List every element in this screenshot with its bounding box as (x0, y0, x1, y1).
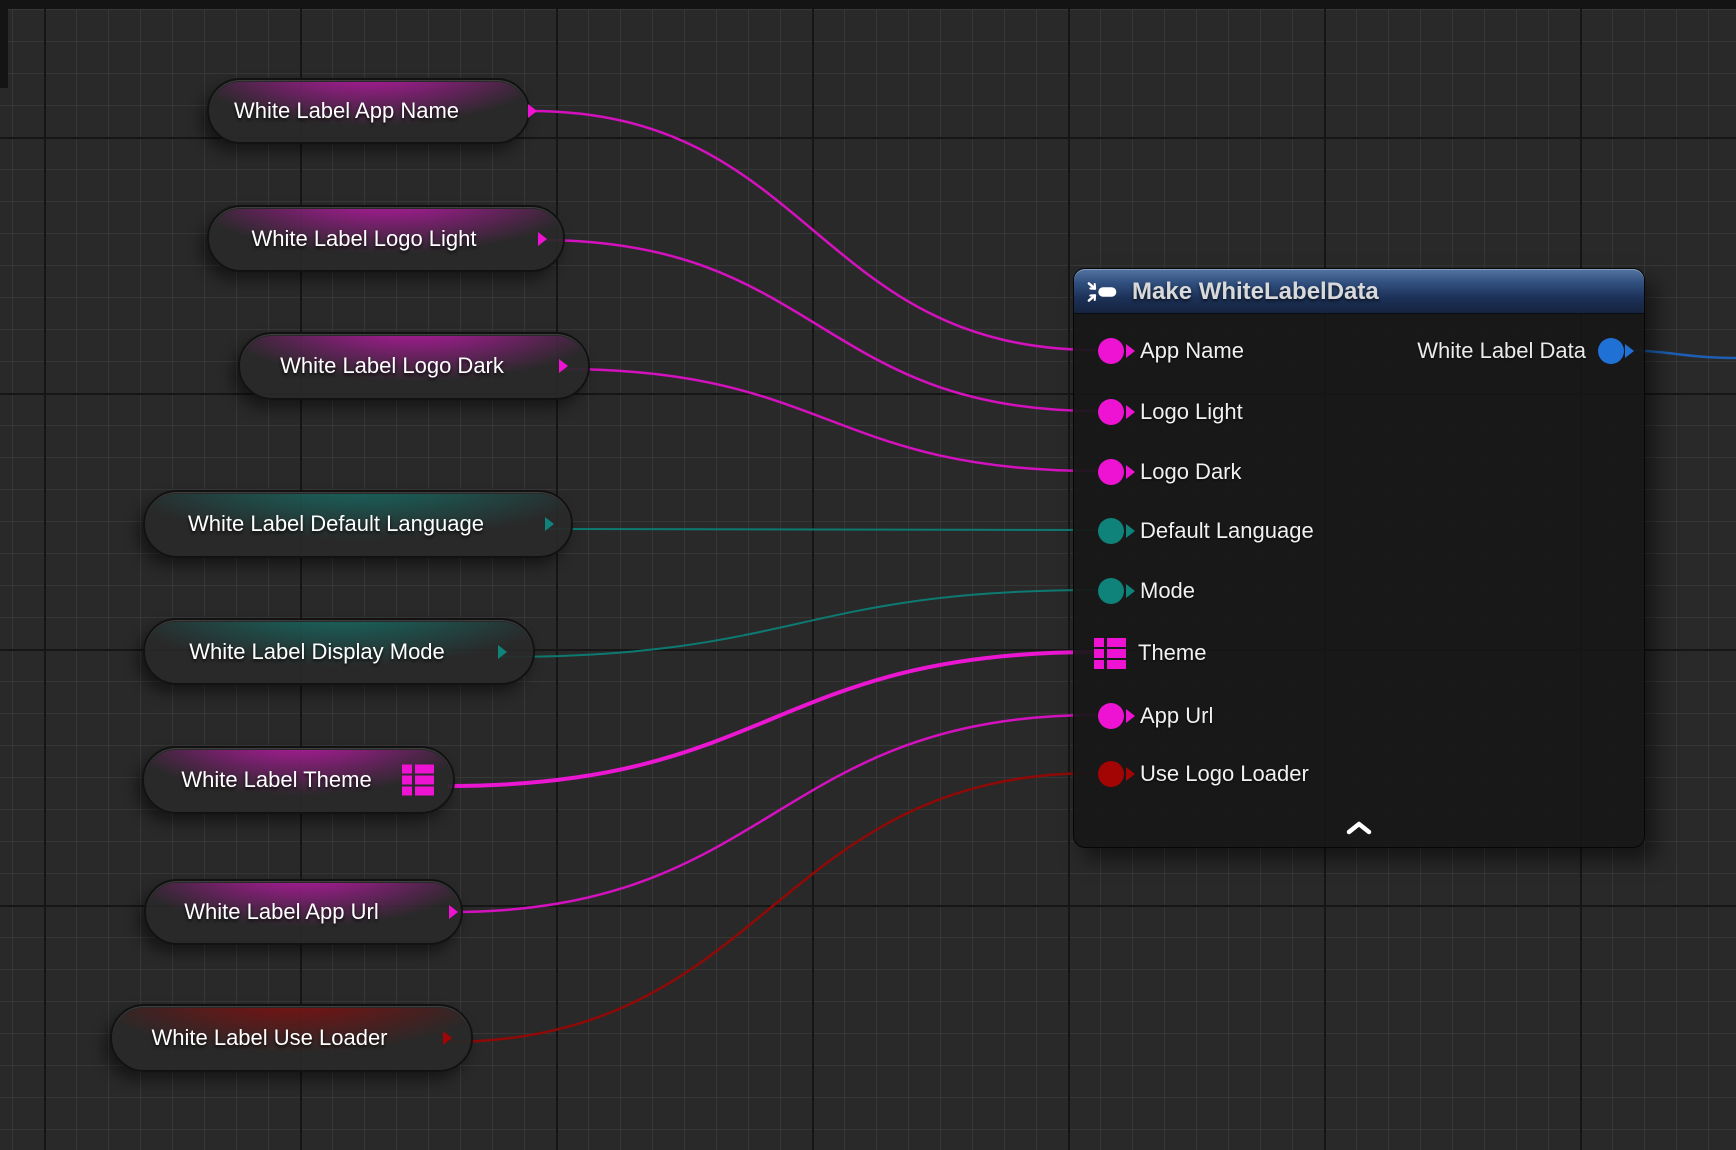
make-struct-icon (1086, 279, 1122, 305)
input-pin-struct-icon[interactable] (1094, 638, 1128, 669)
input-row-theme: Theme (1074, 637, 1206, 669)
pin-label: App Url (1140, 703, 1213, 729)
variable-node-label: White Label Display Mode (145, 620, 533, 683)
variable-node-label: White Label Logo Dark (240, 334, 588, 398)
variable-node-white-label-display-mode[interactable]: White Label Display Mode (143, 618, 535, 685)
pin-label: App Name (1140, 338, 1244, 364)
variable-node-label: White Label App Name (209, 80, 528, 142)
pin-label: Default Language (1140, 518, 1314, 544)
left-edge-shade (0, 0, 8, 88)
pin-label: Logo Light (1140, 399, 1243, 425)
input-row-default-language: Default Language (1074, 515, 1314, 547)
input-pin-enum[interactable] (1098, 518, 1124, 544)
variable-node-label: White Label Default Language (145, 492, 571, 556)
input-pin-string[interactable] (1098, 459, 1124, 485)
input-pin-string[interactable] (1098, 703, 1124, 729)
variable-node-white-label-app-url[interactable]: White Label App Url (144, 879, 463, 945)
variable-node-white-label-app-name[interactable]: White Label App Name (207, 78, 530, 144)
variable-node-label: White Label Use Loader (112, 1006, 471, 1070)
input-row-app-name: App Name (1074, 335, 1244, 367)
input-row-mode: Mode (1074, 575, 1195, 607)
make-node-header[interactable]: Make WhiteLabelData (1074, 269, 1644, 314)
wire[interactable] (448, 652, 1095, 786)
pin-label: Theme (1138, 640, 1206, 666)
variable-node-white-label-logo-light[interactable]: White Label Logo Light (207, 205, 565, 272)
wire[interactable] (500, 590, 1097, 657)
make-whitelabeldata-node[interactable]: Make WhiteLabelData App Name Logo Light … (1073, 268, 1645, 848)
pin-label: Logo Dark (1140, 459, 1242, 485)
input-row-app-url: App Url (1074, 700, 1213, 732)
input-pin-enum[interactable] (1098, 578, 1124, 604)
make-node-title: Make WhiteLabelData (1132, 278, 1379, 306)
input-pin-bool[interactable] (1098, 761, 1124, 787)
blueprint-graph-canvas[interactable]: White Label App Name White Label Logo Li… (0, 0, 1736, 1150)
wire[interactable] (547, 529, 1097, 530)
wire[interactable] (540, 240, 1097, 411)
wire[interactable] (561, 369, 1097, 471)
input-row-use-logo-loader: Use Logo Loader (1074, 758, 1309, 790)
wire[interactable] (445, 773, 1097, 1042)
variable-node-white-label-default-language[interactable]: White Label Default Language (143, 490, 573, 558)
input-pin-string[interactable] (1098, 399, 1124, 425)
output-row-white-label-data: White Label Data (1417, 335, 1624, 367)
input-row-logo-dark: Logo Dark (1074, 456, 1242, 488)
output-pin-struct[interactable] (1598, 338, 1624, 364)
output-pin-struct-icon[interactable] (402, 765, 436, 796)
variable-node-label: White Label Logo Light (209, 207, 563, 270)
variable-node-white-label-use-loader[interactable]: White Label Use Loader (110, 1004, 473, 1072)
variable-node-label: White Label App Url (146, 881, 461, 943)
pin-label: Use Logo Loader (1140, 761, 1309, 787)
input-row-logo-light: Logo Light (1074, 396, 1243, 428)
pin-label: Mode (1140, 578, 1195, 604)
collapse-advanced-pins-button[interactable] (1337, 815, 1381, 841)
wire[interactable] (451, 715, 1097, 912)
input-pin-string[interactable] (1098, 338, 1124, 364)
chevron-up-icon (1345, 820, 1373, 836)
top-edge-shade (0, 0, 1736, 9)
wire[interactable] (530, 111, 1097, 350)
variable-node-white-label-logo-dark[interactable]: White Label Logo Dark (238, 332, 590, 400)
pin-label: White Label Data (1417, 338, 1586, 364)
variable-node-white-label-theme[interactable]: White Label Theme (142, 746, 455, 814)
